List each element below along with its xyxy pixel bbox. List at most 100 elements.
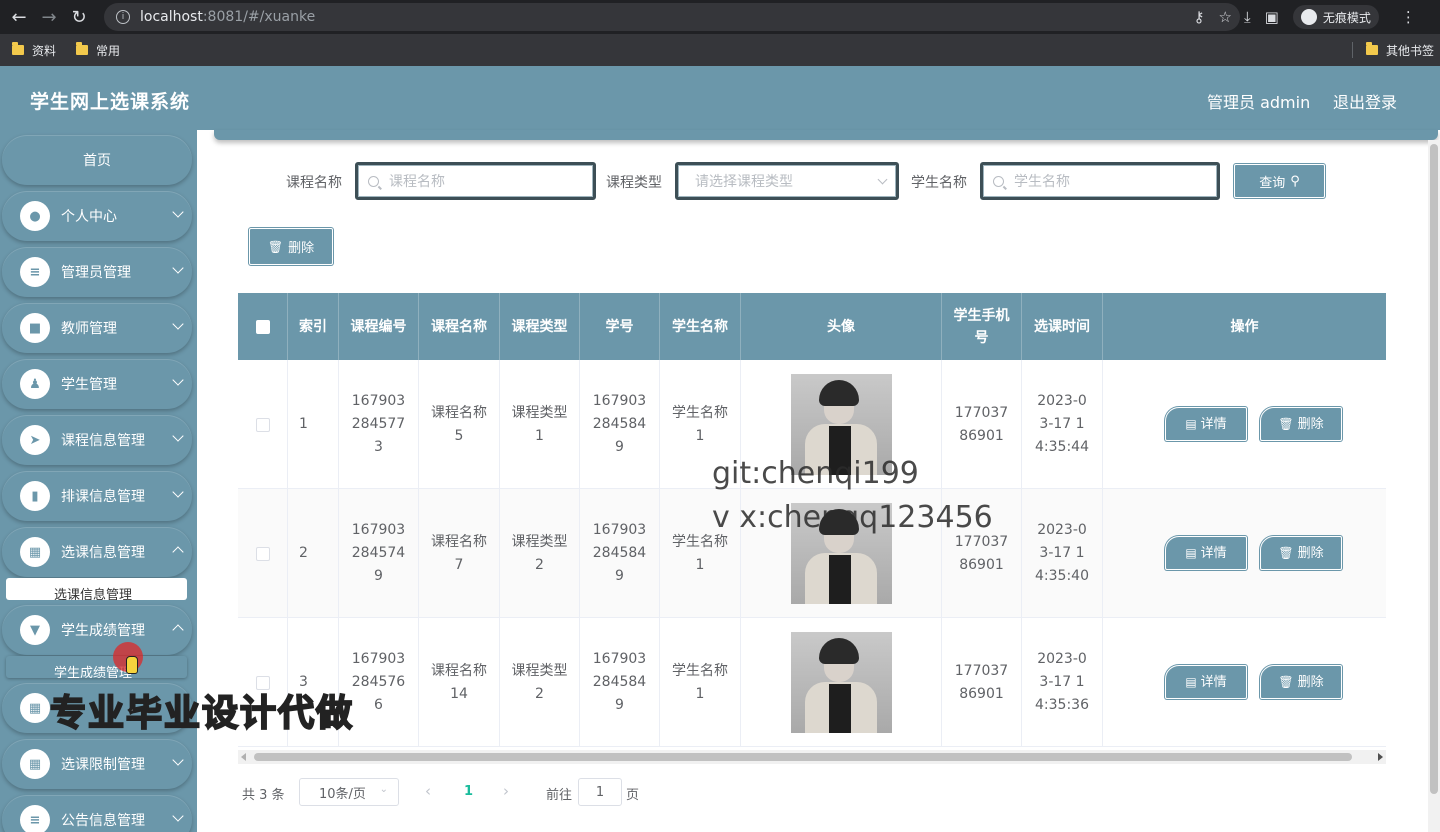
query-button[interactable]: 查询 ⚲ <box>1234 164 1325 198</box>
avatar <box>790 632 892 733</box>
user-icon: ● <box>20 201 50 231</box>
delete-button[interactable]: 🗑 删除 <box>1260 665 1342 699</box>
detail-button[interactable]: ▤ 详情 <box>1165 536 1247 570</box>
send-icon: ➤ <box>20 425 50 455</box>
cell-phone: 17703786901 <box>942 618 1022 747</box>
cell-index: 1 <box>288 360 339 489</box>
select-all-checkbox[interactable] <box>255 319 270 334</box>
download-icon[interactable]: ⤓ <box>1244 8 1251 26</box>
cell-phone: 17703786901 <box>942 360 1022 489</box>
sidebar-item-teachers[interactable]: ■ 教师管理 <box>2 303 192 353</box>
cell-course-name: 课程名称7 <box>419 489 500 618</box>
course-name-input[interactable]: 课程名称 <box>355 162 596 200</box>
bookmark-folder[interactable]: 资料 <box>12 42 56 59</box>
cell-actions: ▤ 详情 🗑 删除 <box>1103 618 1386 747</box>
sidebar-item-limits[interactable]: ▦ 选课限制管理 <box>2 739 192 789</box>
forward-icon[interactable]: → <box>38 6 60 28</box>
page-number-current[interactable]: 1 <box>464 784 473 799</box>
column-header: 操作 <box>1230 318 1259 335</box>
cell-time: 2023-03-17 14:35:40 <box>1022 489 1103 618</box>
scroll-right-icon[interactable] <box>1378 753 1383 761</box>
trash-icon: 🗑 <box>267 239 284 254</box>
next-page-icon[interactable]: › <box>503 782 509 800</box>
cell-course-no: 1679032845773 <box>339 360 419 489</box>
cell-course-type: 课程类型2 <box>500 618 580 747</box>
table-header: 索引 课程编号 课程名称 课程类型 学号 学生名称 头像 学生手机号 选课时间 … <box>238 293 1386 360</box>
sidebar-item-courses[interactable]: ➤ 课程信息管理 <box>2 415 192 465</box>
cell-index: 2 <box>288 489 339 618</box>
cell-course-type: 课程类型1 <box>500 360 580 489</box>
person-icon: ♟ <box>20 369 50 399</box>
folder-icon <box>12 42 24 55</box>
address-bar[interactable]: i localhost:8081/#/xuanke ⚷ ☆ <box>104 3 1240 31</box>
delete-button[interactable]: 🗑 删除 <box>1260 536 1342 570</box>
chevron-down-icon <box>877 174 888 185</box>
sidepanel-icon[interactable]: ▣ <box>1265 8 1279 26</box>
sidebar-item-admins[interactable]: ≡ 管理员管理 <box>2 247 192 297</box>
course-type-label: 课程类型 <box>606 175 662 191</box>
horizontal-scrollbar[interactable] <box>238 750 1386 764</box>
content-top-bar <box>214 130 1438 140</box>
detail-button[interactable]: ▤ 详情 <box>1165 407 1247 441</box>
current-user: 管理员 admin <box>1207 93 1311 112</box>
sidebar-subitem-selection[interactable]: 选课信息管理 <box>6 578 187 600</box>
key-icon[interactable]: ⚷ <box>1194 8 1205 26</box>
page-suffix: 页 <box>626 788 640 803</box>
detail-button[interactable]: ▤ 详情 <box>1165 665 1247 699</box>
prev-page-icon[interactable]: ‹ <box>425 782 431 800</box>
other-bookmarks[interactable]: 其他书签 <box>1365 34 1434 66</box>
cell-actions: ▤ 详情 🗑 删除 <box>1103 360 1386 489</box>
sidebar-item-notices[interactable]: ≡ 公告信息管理 <box>2 795 192 832</box>
row-checkbox[interactable] <box>255 417 270 432</box>
reload-icon[interactable]: ↻ <box>68 6 90 28</box>
grid-icon: ▦ <box>20 537 50 567</box>
delete-button[interactable]: 🗑 删除 <box>1260 407 1342 441</box>
sidebar-subitem-grades[interactable]: 学生成绩管理 <box>6 656 187 678</box>
incognito-badge[interactable]: 无痕模式 <box>1292 5 1379 29</box>
sidebar-item-schedule[interactable]: ▮ 排课信息管理 <box>2 471 192 521</box>
bookmark-folder[interactable]: 常用 <box>76 42 120 59</box>
sidebar-item-profile[interactable]: ● 个人中心 <box>2 191 192 241</box>
chevron-down-icon <box>172 374 184 386</box>
sidebar-item-selection[interactable]: ▦ 选课信息管理 <box>2 527 192 577</box>
chevron-down-icon <box>172 430 184 442</box>
page-size-select[interactable]: 10条/页 ⌄ <box>299 778 399 806</box>
bar-chart-icon: ▮ <box>20 481 50 511</box>
incognito-label: 无痕模式 <box>1322 10 1371 25</box>
logout-link[interactable]: 退出登录 <box>1333 89 1397 113</box>
column-header: 课程编号 <box>339 293 419 360</box>
trash-icon: 🗑 <box>1278 545 1294 560</box>
scroll-left-icon[interactable] <box>241 753 246 761</box>
document-icon: ▤ <box>1185 545 1197 560</box>
menu-icon[interactable]: ⋮ <box>1401 8 1416 26</box>
info-icon[interactable]: i <box>116 10 130 24</box>
batch-delete-button[interactable]: 🗑 删除 <box>249 228 333 265</box>
student-name-input[interactable]: 学生名称 <box>980 162 1220 200</box>
hand-cursor-icon <box>126 656 138 674</box>
url-path: :8081/#/xuanke <box>202 9 316 25</box>
cell-course-name: 课程名称5 <box>419 360 500 489</box>
row-checkbox[interactable] <box>255 546 270 561</box>
student-name-label: 学生名称 <box>911 175 967 191</box>
star-icon[interactable]: ☆ <box>1219 8 1232 26</box>
trash-icon: 🗑 <box>1278 674 1294 689</box>
briefcase-icon: ■ <box>20 313 50 343</box>
goto-page-input[interactable]: 1 <box>578 778 622 806</box>
bookmarks-bar: 资料 常用 其他书签 <box>0 34 1440 66</box>
chevron-down-icon <box>172 810 184 822</box>
sidebar-item-grades[interactable]: ▼ 学生成绩管理 <box>2 605 192 655</box>
back-icon[interactable]: ← <box>8 6 30 28</box>
column-header: 选课时间 <box>1022 293 1103 360</box>
scroll-thumb[interactable] <box>1430 144 1438 794</box>
cell-course-no: 1679032845749 <box>339 489 419 618</box>
incognito-icon <box>1300 9 1317 25</box>
scroll-thumb[interactable] <box>254 753 1352 761</box>
divider <box>1352 42 1353 58</box>
course-type-select[interactable]: 请选择课程类型 <box>675 162 899 200</box>
sidebar-item-home[interactable]: 首页 <box>2 135 192 185</box>
pin-icon: ▼ <box>20 615 50 645</box>
cell-actions: ▤ 详情 🗑 删除 <box>1103 489 1386 618</box>
sidebar-item-students[interactable]: ♟ 学生管理 <box>2 359 192 409</box>
chevron-down-icon: ⌄ <box>379 784 388 795</box>
vertical-scrollbar[interactable] <box>1428 140 1440 832</box>
